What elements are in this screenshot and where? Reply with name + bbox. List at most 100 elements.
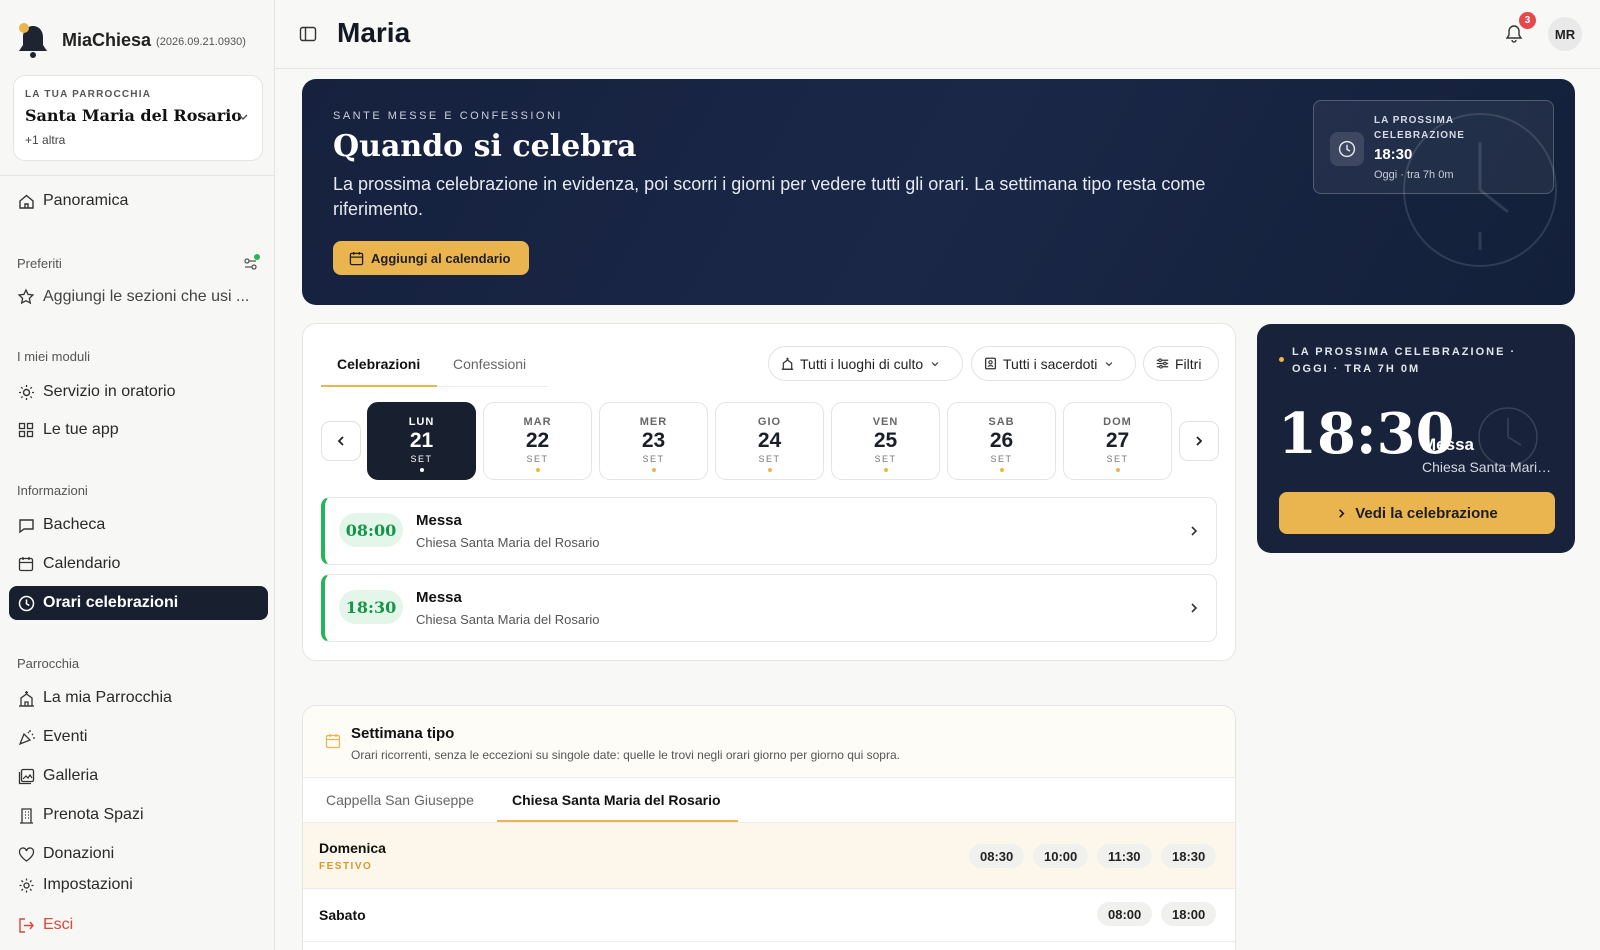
- hero-next-kicker: LA PROSSIMA CELEBRAZIONE: [1374, 115, 1465, 141]
- day-name: MAR: [523, 416, 552, 428]
- church-icon: [17, 689, 35, 707]
- day-tue[interactable]: MAR 22 SET: [483, 402, 592, 480]
- sidebar-item-label: Servizio in oratorio: [43, 383, 176, 400]
- sidebar-item-overview[interactable]: Panoramica: [9, 184, 268, 218]
- hero-next-celebration[interactable]: LA PROSSIMA CELEBRAZIONE 18:30 Oggi · tr…: [1313, 100, 1554, 194]
- app-version: (2026.09.21.0930): [156, 35, 246, 48]
- time-pill: 08:00: [1097, 902, 1153, 926]
- day-mon[interactable]: LUN 21 SET: [367, 402, 476, 480]
- next-celebration-title: Messa: [1422, 435, 1474, 454]
- tab-celebrations[interactable]: Celebrazioni: [337, 356, 420, 372]
- prev-week-button[interactable]: [321, 421, 361, 461]
- logout-button[interactable]: Esci: [9, 908, 268, 942]
- sidebar-item-celebration-times[interactable]: Orari celebrazioni: [9, 586, 268, 620]
- day-month: SET: [526, 454, 549, 464]
- day-sat[interactable]: SAB 26 SET: [947, 402, 1056, 480]
- has-events-dot: [419, 468, 424, 472]
- brand[interactable]: MiaChiesa (2026.09.21.0930): [16, 20, 246, 60]
- week-template-header: Settimana tipo Orari ricorrenti, senza l…: [303, 706, 1235, 778]
- day-wed[interactable]: MER 23 SET: [599, 402, 708, 480]
- tab-chiesa-santa-maria[interactable]: Chiesa Santa Maria del Rosario: [512, 792, 721, 808]
- sidebar-item-calendar[interactable]: Calendario: [9, 547, 268, 581]
- avatar[interactable]: MR: [1548, 17, 1582, 51]
- filters-button[interactable]: Filtri: [1143, 346, 1219, 381]
- parish-selector[interactable]: LA TUA PARROCCHIA Santa Maria del Rosari…: [13, 75, 263, 161]
- has-events-dot: [535, 468, 540, 472]
- day-number: 25: [873, 429, 898, 452]
- next-celebration-place: Chiesa Santa Maria del Rosario: [1422, 459, 1554, 475]
- sidebar: MiaChiesa (2026.09.21.0930) LA TUA PARRO…: [0, 0, 275, 950]
- celebration-row[interactable]: 18:30 Messa Chiesa Santa Maria del Rosar…: [321, 574, 1217, 642]
- day-name: LUN: [408, 416, 435, 428]
- celebration-time: 08:00: [339, 513, 403, 547]
- sidebar-item-oratory-service[interactable]: Servizio in oratorio: [9, 375, 268, 409]
- gear-icon: [17, 876, 35, 894]
- sidebar-item-label: Aggiungi le sezioni che usi ...: [43, 288, 250, 305]
- day-name: GIO: [757, 416, 782, 428]
- hero-banner: SANTE MESSE E CONFESSIONI Quando si cele…: [302, 79, 1575, 305]
- week-row-sunday: Domenica FESTIVO 08:30 10:00 11:30 18:30: [303, 823, 1235, 889]
- sidebar-item-label: Calendario: [43, 555, 121, 572]
- sidebar-item-gallery[interactable]: Galleria: [9, 759, 268, 793]
- sidebar-item-label: Impostazioni: [43, 876, 133, 893]
- add-to-calendar-button[interactable]: Aggiungi al calendario: [333, 241, 529, 275]
- sidebar-item-donations[interactable]: Donazioni: [9, 837, 268, 871]
- tab-cappella-san-giuseppe[interactable]: Cappella San Giuseppe: [326, 792, 474, 808]
- star-icon: [17, 288, 35, 306]
- sidebar-item-events[interactable]: Eventi: [9, 720, 268, 754]
- party-icon: [17, 728, 35, 746]
- hero-title: Quando si celebra: [333, 129, 637, 164]
- sidebar-item-label: Prenota Spazi: [43, 806, 144, 823]
- logout-icon: [17, 916, 35, 934]
- day-sun[interactable]: DOM 27 SET: [1063, 402, 1172, 480]
- favorites-title: Preferiti: [17, 256, 62, 271]
- bell-logo-icon: [16, 20, 50, 60]
- modules-title: I miei moduli: [17, 349, 90, 364]
- notifications-bell-icon[interactable]: [1505, 24, 1523, 44]
- sidebar-item-your-apps[interactable]: Le tue app: [9, 413, 268, 447]
- time-pill: 11:30: [1097, 844, 1152, 868]
- next-week-button[interactable]: [1179, 421, 1219, 461]
- page-title: Maria: [337, 17, 411, 48]
- heart-icon: [17, 845, 35, 863]
- sidebar-item-add-favorites[interactable]: Aggiungi le sezioni che usi ...: [9, 280, 268, 314]
- notifications-badge: 3: [1519, 12, 1536, 29]
- day-name: DOM: [1103, 416, 1132, 428]
- next-celebration-time: 18:30: [1278, 401, 1455, 467]
- church-icon: [781, 357, 794, 370]
- chevron-down-icon: [236, 110, 250, 124]
- celebration-row[interactable]: 08:00 Messa Chiesa Santa Maria del Rosar…: [321, 497, 1217, 565]
- sidebar-item-board[interactable]: Bacheca: [9, 508, 268, 542]
- day-thu[interactable]: GIO 24 SET: [715, 402, 824, 480]
- topbar: Maria 3 MR: [275, 0, 1600, 69]
- day-number: 27: [1105, 429, 1130, 452]
- tab-confessions[interactable]: Confessioni: [453, 356, 526, 372]
- view-celebration-label: Vedi la celebrazione: [1355, 504, 1498, 522]
- sidebar-item-settings[interactable]: Impostazioni: [9, 868, 268, 902]
- sidebar-item-label: Galleria: [43, 767, 99, 784]
- chevron-right-icon: [1188, 602, 1200, 614]
- day-month: SET: [758, 454, 781, 464]
- sun-icon: [17, 383, 35, 401]
- sidebar-item-book-spaces[interactable]: Prenota Spazi: [9, 798, 268, 832]
- filter-priests[interactable]: Tutti i sacerdoti: [971, 346, 1136, 381]
- time-pill: 08:30: [969, 844, 1025, 868]
- hero-next-sub: Oggi · tra 7h 0m: [1374, 169, 1454, 181]
- celebration-title: Messa: [416, 589, 462, 606]
- customize-favorites-icon[interactable]: [243, 253, 261, 271]
- week-day-name: Domenica: [319, 840, 386, 856]
- sidebar-toggle-icon[interactable]: [299, 25, 317, 43]
- festive-tag: FESTIVO: [319, 861, 373, 872]
- day-name: VEN: [872, 416, 899, 428]
- sidebar-item-my-parish[interactable]: La mia Parrocchia: [9, 681, 268, 715]
- day-fri[interactable]: VEN 25 SET: [831, 402, 940, 480]
- week-template-subtitle: Orari ricorrenti, senza le eccezioni su …: [351, 748, 900, 762]
- filter-places[interactable]: Tutti i luoghi di culto: [768, 346, 963, 381]
- celebration-place: Chiesa Santa Maria del Rosario: [416, 612, 600, 627]
- sidebar-item-label: Le tue app: [43, 421, 119, 438]
- add-to-calendar-label: Aggiungi al calendario: [371, 250, 511, 266]
- chevron-down-icon: [1104, 359, 1114, 369]
- sidebar-item-label: Esci: [43, 916, 74, 933]
- hero-description: La prossima celebrazione in evidenza, po…: [333, 174, 1206, 219]
- view-celebration-button[interactable]: Vedi la celebrazione: [1279, 492, 1555, 534]
